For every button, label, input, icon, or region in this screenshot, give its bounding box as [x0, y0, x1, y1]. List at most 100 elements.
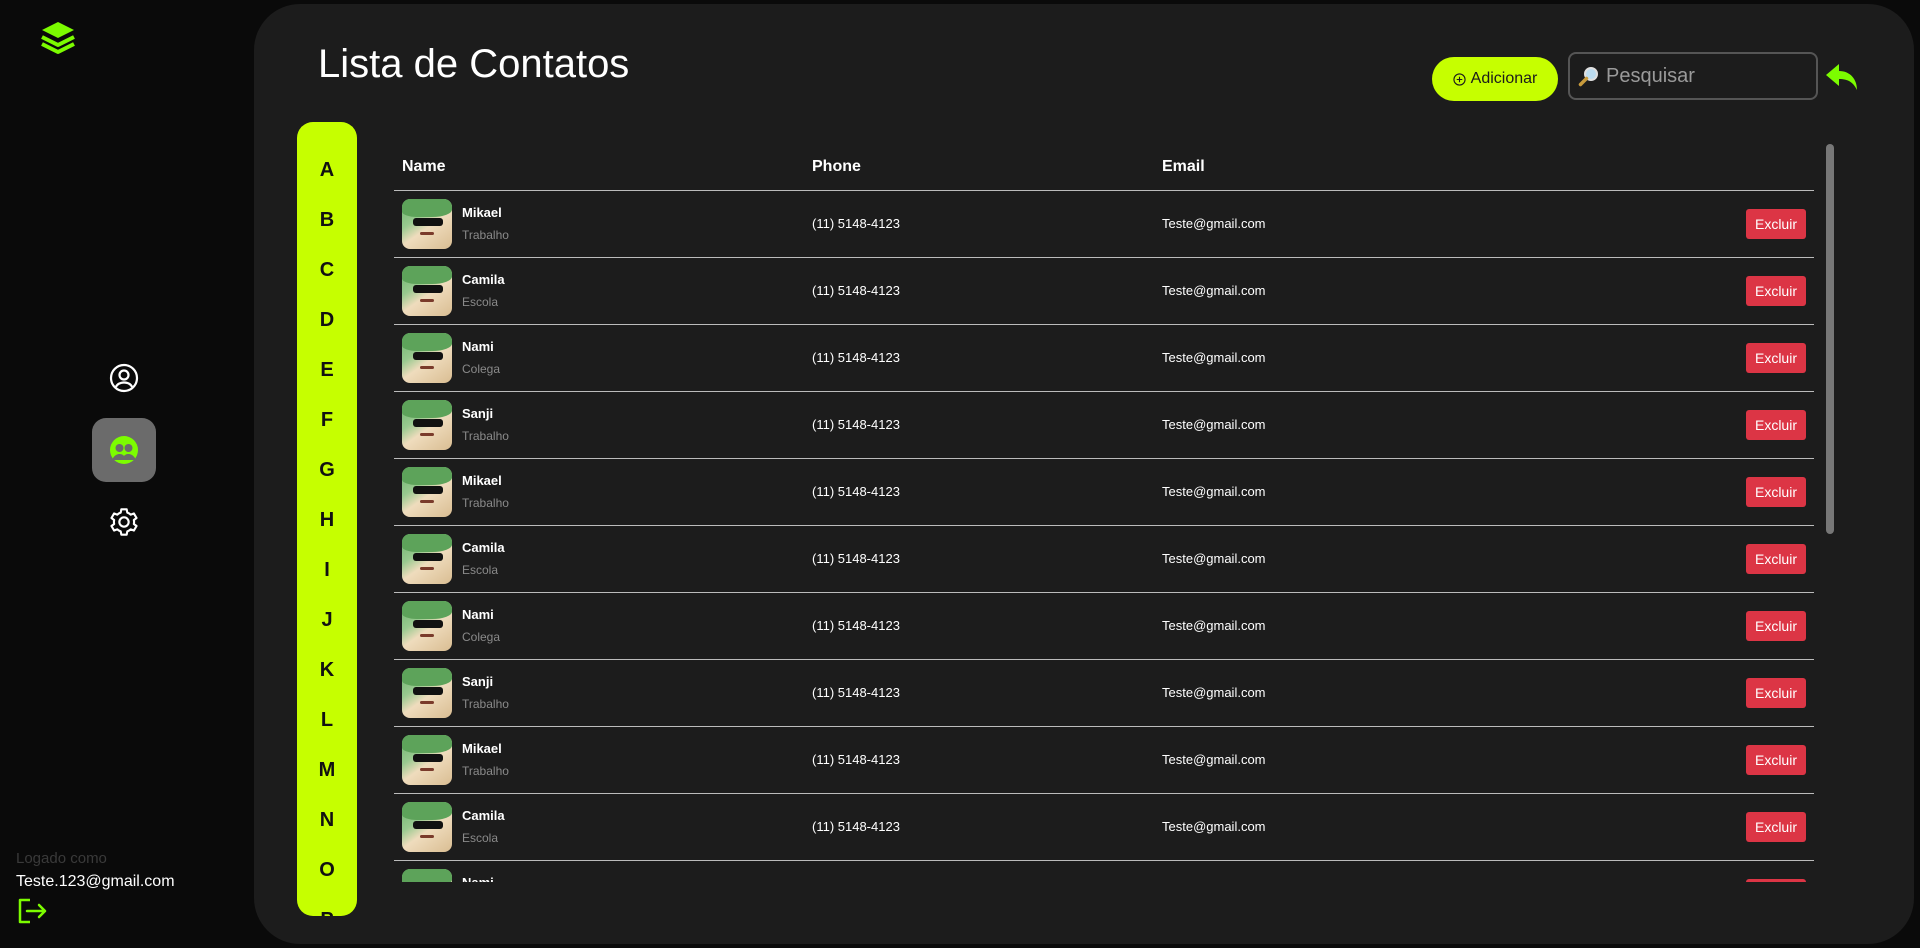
avatar — [402, 265, 452, 316]
delete-button[interactable]: Excluir — [1746, 543, 1806, 574]
add-contact-button[interactable]: Adicionar — [1432, 57, 1558, 101]
logged-user-email: Teste.123@gmail.com — [16, 873, 175, 890]
contact-name: Mikael — [462, 205, 502, 220]
actions-cell: Excluir — [1534, 458, 1814, 526]
contact-email: Teste@gmail.com — [1154, 793, 1534, 861]
alphabet-letter-o[interactable]: O — [297, 845, 357, 895]
delete-button[interactable]: Excluir — [1746, 476, 1806, 507]
avatar — [402, 801, 452, 852]
delete-button[interactable]: Excluir — [1746, 409, 1806, 440]
search-input[interactable] — [1606, 64, 1806, 88]
table-row: NamiColega(11) 5148-4123Teste@gmail.comE… — [394, 592, 1814, 660]
contact-tag: Trabalho — [462, 697, 509, 711]
table-row: NamiColega(11) 5148-4123Teste@gmail.comE… — [394, 324, 1814, 392]
contact-phone: (11) 5148-4123 — [804, 525, 1154, 593]
alphabet-letter-d[interactable]: D — [297, 295, 357, 345]
avatar — [402, 533, 452, 584]
alphabet-letter-j[interactable]: J — [297, 595, 357, 645]
actions-cell: Excluir — [1534, 793, 1814, 861]
table-row: Sanji Trabalho (11) 5148-4123 Teste@gmail.c… — [394, 659, 1814, 727]
contact-name-cell: Nami Colega — [394, 592, 804, 660]
contact-phone: (11) 5148-4123 — [804, 324, 1154, 392]
alphabet-letter-a[interactable]: A — [297, 145, 357, 195]
contact-name-cell: Mikael Trabalho — [394, 726, 804, 794]
alphabet-letter-n[interactable]: N — [297, 795, 357, 845]
table-row: Camila Escola (11) 5148-4123 Teste@gmail.co… — [394, 257, 1814, 325]
contact-name-cell: Camila Escola — [394, 793, 804, 861]
delete-button[interactable]: Excluir — [1746, 878, 1806, 882]
alphabet-letter-p[interactable]: P — [297, 895, 357, 916]
avatar — [402, 466, 452, 517]
layers-logo-icon[interactable] — [38, 18, 78, 58]
contact-tag: Trabalho — [462, 228, 509, 242]
contact-tag: Trabalho — [462, 764, 509, 778]
table-header-row: Name Phone Email — [394, 144, 1814, 191]
alphabet-letter-g[interactable]: G — [297, 445, 357, 495]
delete-button[interactable]: Excluir — [1746, 208, 1806, 239]
column-header-name: Name — [394, 144, 804, 191]
contact-phone: (11) 5148-4123 — [804, 860, 1154, 882]
alphabet-letter-k[interactable]: K — [297, 645, 357, 695]
contact-name: Camila — [462, 808, 505, 823]
actions-cell: Excluir — [1534, 860, 1814, 882]
alphabet-letter-l[interactable]: L — [297, 695, 357, 745]
contact-tag: Escola — [462, 295, 499, 309]
plus-circle-icon — [1453, 72, 1466, 86]
contact-email: Teste@gmail.com — [1154, 257, 1534, 325]
actions-cell: Excluir — [1534, 592, 1814, 660]
contact-name-cell: Camila Escola — [394, 257, 804, 325]
sidebar-item-settings[interactable] — [92, 490, 156, 554]
user-circle-icon — [109, 363, 139, 393]
contact-tag: Colega — [462, 630, 501, 644]
scrollbar-thumb[interactable] — [1826, 144, 1834, 534]
contact-name: Mikael — [462, 473, 502, 488]
contact-name-cell: Mikael Trabalho — [394, 458, 804, 526]
alphabet-letter-f[interactable]: F — [297, 395, 357, 445]
table-row: Sanji Trabalho (11) 5148-4123 Teste@gmail.c… — [394, 391, 1814, 459]
delete-button[interactable]: Excluir — [1746, 677, 1806, 708]
contact-name-cell: Mikael Trabalho — [394, 190, 804, 258]
main-panel: Lista de Contatos Adicionar ABCDEFGHIJKL… — [254, 4, 1914, 944]
contacts-table-container: Name Phone Email Mikael Trabalho (11) 5148… — [394, 144, 1814, 882]
magnifier-icon — [1578, 67, 1598, 87]
avatar — [402, 868, 452, 882]
back-arrow-icon[interactable] — [1824, 59, 1860, 95]
contact-tag: Escola — [462, 563, 499, 577]
contact-email: Teste@gmail.com — [1154, 525, 1534, 593]
alphabet-letter-i[interactable]: I — [297, 545, 357, 595]
contact-phone: (11) 5148-4123 — [804, 458, 1154, 526]
alphabet-letter-b[interactable]: B — [297, 195, 357, 245]
column-header-email: Email — [1154, 144, 1534, 191]
contact-phone: (11) 5148-4123 — [804, 726, 1154, 794]
alphabet-letter-e[interactable]: E — [297, 345, 357, 395]
contact-email: Teste@gmail.com — [1154, 391, 1534, 459]
sidebar-item-profile[interactable] — [92, 346, 156, 410]
sidebar: Logado como Teste.123@gmail.com — [0, 0, 250, 948]
search-box[interactable] — [1568, 52, 1818, 100]
contact-email: Teste@gmail.com — [1154, 726, 1534, 794]
contact-name: Camila — [462, 272, 505, 287]
avatar — [402, 332, 452, 383]
delete-button[interactable]: Excluir — [1746, 744, 1806, 775]
contact-name: Camila — [462, 540, 505, 555]
contact-name: Sanji — [462, 674, 494, 689]
logout-icon[interactable] — [16, 897, 48, 925]
contact-phone: (11) 5148-4123 — [804, 659, 1154, 727]
contact-name: Nami — [462, 607, 494, 622]
alphabet-letter-c[interactable]: C — [297, 245, 357, 295]
contact-name-cell: Camila Escola — [394, 525, 804, 593]
delete-button[interactable]: Excluir — [1746, 811, 1806, 842]
alphabet-letter-h[interactable]: H — [297, 495, 357, 545]
contact-tag: Colega — [462, 362, 501, 376]
delete-button[interactable]: Excluir — [1746, 342, 1806, 373]
sidebar-item-contacts[interactable] — [92, 418, 156, 482]
alphabet-letter-m[interactable]: M — [297, 745, 357, 795]
contact-tag: Trabalho — [462, 496, 509, 510]
delete-button[interactable]: Excluir — [1746, 610, 1806, 641]
avatar — [402, 600, 452, 651]
table-row: NamiColega(11) 5148-4123Teste@gmail.comE… — [394, 860, 1814, 882]
table-row: Camila Escola (11) 5148-4123 Teste@gmail.co… — [394, 525, 1814, 593]
scrollbar[interactable] — [1826, 144, 1834, 882]
delete-button[interactable]: Excluir — [1746, 275, 1806, 306]
actions-cell: Excluir — [1534, 659, 1814, 727]
